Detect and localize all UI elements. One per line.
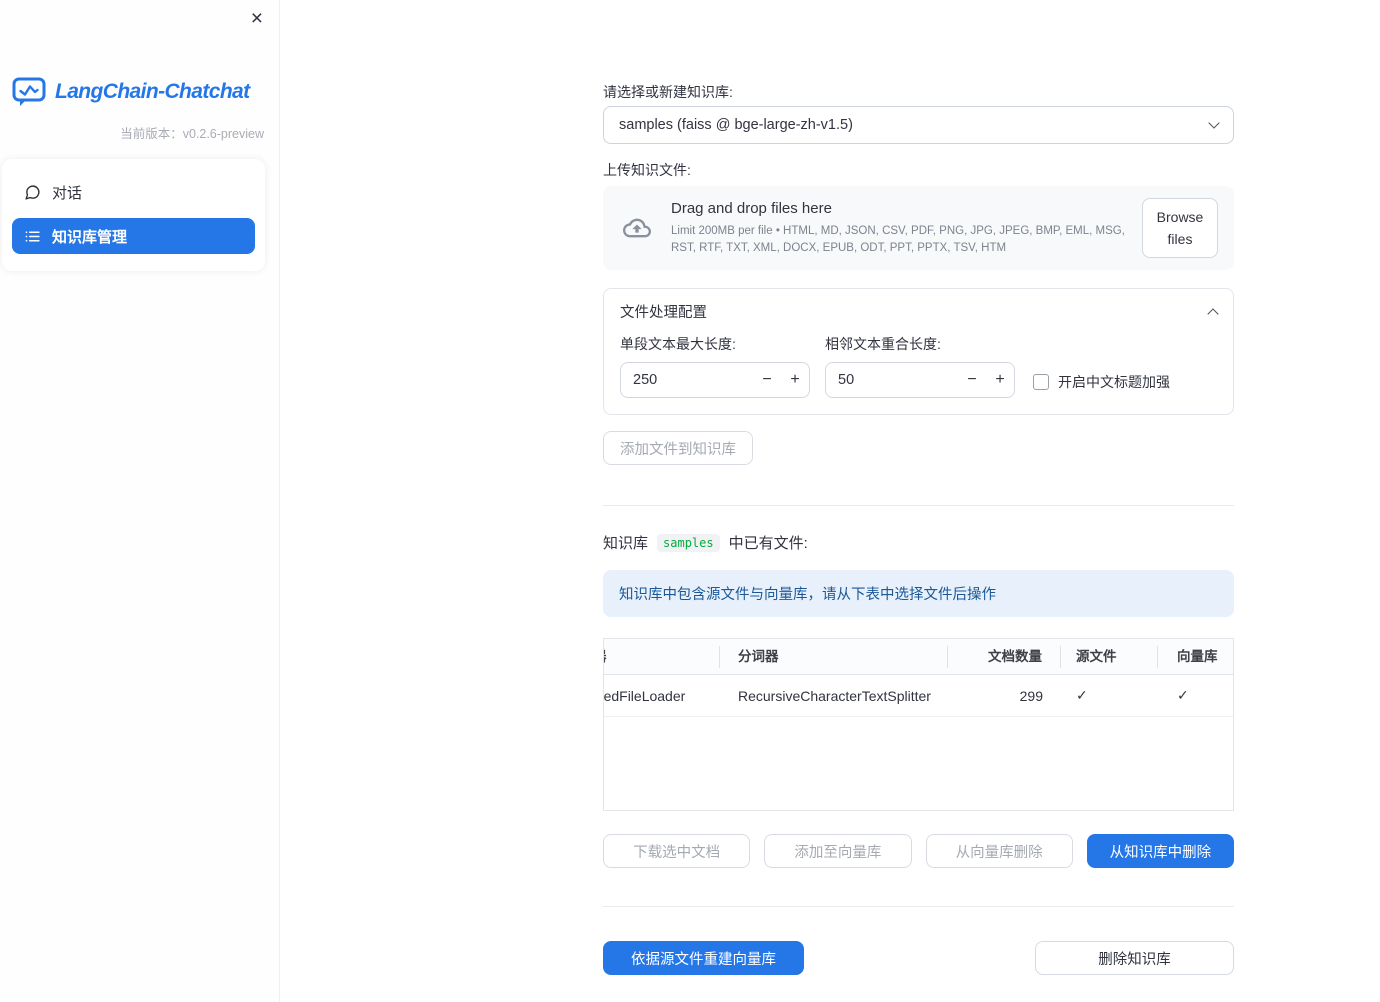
browse-files-button[interactable]: Browse files (1142, 197, 1218, 259)
decrement-button[interactable]: − (958, 363, 986, 397)
col-header-loader: 文档加载器 (604, 645, 720, 668)
dropzone-title: Drag and drop files here (671, 199, 832, 217)
expander-header[interactable]: 文件处理配置 (604, 289, 1233, 328)
kb-select[interactable]: samples (faiss @ bge-large-zh-v1.5) (603, 106, 1234, 144)
file-dropzone[interactable]: Drag and drop files here Limit 200MB per… (603, 186, 1234, 270)
table-row[interactable]: UnstructuredFileLoader RecursiveCharacte… (603, 675, 1233, 717)
sidebar-item-dialogue[interactable]: 对话 (12, 176, 255, 209)
col-header-source-file: 源文件 (1061, 645, 1158, 668)
cell-vector-store-check: ✓ (1177, 687, 1189, 703)
sidebar: × LangChain-Chatchat 当前版本：v0.2.6-preview… (0, 0, 280, 1002)
kb-name-code: samples (657, 533, 720, 552)
row-actions: 下载选中文档 添加至向量库 从向量库删除 从知识库中删除 (603, 834, 1234, 868)
sidebar-item-label: 知识库管理 (52, 228, 128, 246)
upload-label: 上传知识文件: (603, 162, 691, 178)
delete-from-kb-button[interactable]: 从知识库中删除 (1086, 834, 1234, 868)
existing-suffix: 中已有文件: (728, 535, 808, 552)
version-label: 当前版本：v0.2.6-preview (120, 127, 264, 141)
logo-chat-icon (12, 76, 46, 107)
kb-select-value: samples (faiss @ bge-large-zh-v1.5) (619, 117, 853, 133)
existing-prefix: 知识库 (603, 535, 649, 552)
kb-select-label: 请选择或新建知识库: (603, 84, 733, 100)
col-header-vector-store: 向量库 (1177, 648, 1218, 664)
zh-title-enhance-checkbox[interactable]: 开启中文标题加强 (1033, 365, 1170, 398)
download-selected-button[interactable]: 下载选中文档 (603, 834, 751, 868)
chunk-size-value[interactable]: 250 (621, 372, 753, 388)
checkbox-label: 开启中文标题加强 (1058, 373, 1170, 390)
sidebar-item-knowledge-base[interactable]: 知识库管理 (12, 218, 255, 254)
expander-title: 文件处理配置 (620, 305, 707, 321)
add-files-to-kb-button[interactable]: 添加文件到知识库 (603, 431, 753, 465)
overlap-value[interactable]: 50 (826, 372, 958, 388)
divider (603, 505, 1234, 506)
chevron-down-icon (1208, 117, 1220, 129)
chunk-size-input[interactable]: 250 − + (620, 362, 810, 398)
sidebar-item-label: 对话 (52, 185, 83, 202)
info-banner: 知识库中包含源文件与向量库，请从下表中选择文件后操作 (603, 570, 1234, 617)
increment-button[interactable]: + (986, 363, 1014, 397)
expander-body: 单段文本最大长度: 250 − + 相邻文本重合长度: 50 − + 开启中文标… (604, 328, 1233, 414)
col-header-doc-count: 文档数量 (948, 645, 1061, 668)
chat-bubble-icon (24, 184, 41, 201)
app-logo: LangChain-Chatchat (12, 76, 279, 107)
increment-button[interactable]: + (781, 363, 809, 397)
dropzone-text: Drag and drop files here Limit 200MB per… (671, 200, 1126, 256)
decrement-button[interactable]: − (753, 363, 781, 397)
chunk-size-label: 单段文本最大长度: (620, 336, 736, 352)
files-table[interactable]: 文档加载器 分词器 文档数量 源文件 向量库 UnstructuredFileL… (603, 638, 1234, 811)
sidebar-menu: 对话 知识库管理 (2, 159, 265, 271)
files-table-inner: 文档加载器 分词器 文档数量 源文件 向量库 UnstructuredFileL… (603, 639, 1233, 717)
cell-loader: UnstructuredFileLoader (603, 687, 686, 704)
divider (603, 906, 1234, 907)
main-content: 请选择或新建知识库: samples (faiss @ bge-large-zh… (603, 0, 1234, 975)
rebuild-vector-store-button[interactable]: 依据源文件重建向量库 (603, 941, 804, 975)
overlap-group: 相邻文本重合长度: 50 − + (825, 334, 1015, 398)
chunk-size-group: 单段文本最大长度: 250 − + (620, 334, 810, 398)
delete-kb-button[interactable]: 删除知识库 (1035, 941, 1234, 975)
cloud-upload-icon (619, 214, 655, 242)
add-to-vector-store-button[interactable]: 添加至向量库 (764, 834, 912, 868)
overlap-input[interactable]: 50 − + (825, 362, 1015, 398)
existing-files-heading: 知识库 samples 中已有文件: (603, 532, 1234, 553)
kb-actions: 依据源文件重建向量库 删除知识库 (603, 941, 1234, 975)
delete-from-vector-store-button[interactable]: 从向量库删除 (925, 834, 1073, 868)
dropzone-limits: Limit 200MB per file • HTML, MD, JSON, C… (671, 224, 1125, 254)
app-title: LangChain-Chatchat (55, 79, 250, 103)
cell-doc-count: 299 (1019, 687, 1043, 704)
checkbox-icon[interactable] (1033, 373, 1049, 390)
col-header-splitter: 分词器 (720, 645, 948, 668)
list-icon (24, 228, 41, 245)
table-header: 文档加载器 分词器 文档数量 源文件 向量库 (604, 639, 1233, 675)
sidebar-close-icon[interactable]: × (247, 4, 267, 33)
cell-splitter: RecursiveCharacterTextSplitter (738, 687, 931, 704)
cell-source-file-check: ✓ (1076, 687, 1088, 703)
chevron-up-icon (1207, 307, 1219, 320)
overlap-label: 相邻文本重合长度: (825, 336, 941, 352)
file-config-expander: 文件处理配置 单段文本最大长度: 250 − + 相邻文本重合长度: 50 − … (603, 288, 1234, 415)
